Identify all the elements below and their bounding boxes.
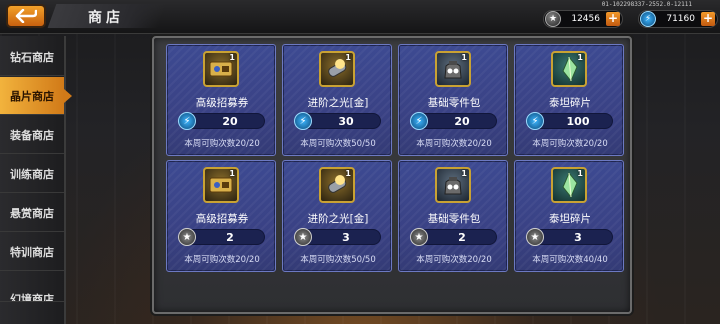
price-bar: ★ 3 (294, 228, 381, 246)
item-quantity: 1 (345, 169, 351, 178)
purchase-limit: 本周可购次数20/20 (184, 139, 260, 149)
item-price: 20 (454, 115, 470, 128)
item-thumbnail: 1 (203, 51, 239, 87)
shop-panel: 1 高级招募券 ⚡ 20 本周可购次数20/20 1 进阶之光[金] ⚡ 30 … (152, 36, 632, 314)
purchase-limit: 本周可购次数20/20 (184, 255, 260, 265)
sidebar-item-label: 悬赏商店 (10, 206, 54, 220)
currency-medal-value: 12456 (571, 14, 600, 24)
item-quantity: 1 (229, 53, 235, 62)
item-thumbnail: 1 (435, 167, 471, 203)
item-name: 基础零件包 (427, 213, 481, 225)
ticket-icon (209, 61, 233, 77)
sidebar-item-label: 训练商店 (10, 167, 54, 181)
purchase-limit: 本周可购次数50/50 (300, 255, 376, 265)
currency-medal: ★ 12456 + (543, 10, 623, 28)
shop-item-card[interactable]: 1 进阶之光[金] ⚡ 30 本周可购次数50/50 (282, 44, 392, 156)
back-arrow-icon (15, 9, 37, 23)
item-quantity: 1 (345, 53, 351, 62)
ticket-icon (209, 177, 233, 193)
item-price: 2 (226, 231, 234, 244)
medal-icon: ★ (526, 228, 544, 246)
item-thumbnail: 1 (551, 167, 587, 203)
build-info: 01-102298337-2552.0-12111 (601, 1, 692, 8)
shop-item-card[interactable]: 1 高级招募券 ⚡ 20 本周可购次数20/20 (166, 44, 276, 156)
item-name: 基础零件包 (427, 97, 481, 109)
price-bar: ★ 2 (178, 228, 265, 246)
page-title: 商店 (88, 10, 124, 26)
energy-icon: ⚡ (410, 112, 428, 130)
item-thumbnail: 1 (435, 51, 471, 87)
sidebar-item-special-training-shop[interactable]: 特训商店 (0, 233, 64, 271)
medal-icon: ★ (178, 228, 196, 246)
medal-icon: ★ (294, 228, 312, 246)
energy-icon: ⚡ (294, 112, 312, 130)
price-bar: ⚡ 20 (410, 112, 497, 130)
item-name: 泰坦碎片 (549, 213, 591, 225)
item-name: 进阶之光[金] (307, 97, 369, 109)
sidebar-item-label: 幻境商店 (10, 293, 54, 302)
shop-item-card[interactable]: 1 泰坦碎片 ⚡ 100 本周可购次数20/20 (514, 44, 624, 156)
sidebar-item-diamond-shop[interactable]: 钻石商店 (0, 38, 64, 76)
back-button[interactable] (6, 4, 46, 28)
item-quantity: 1 (577, 169, 583, 178)
item-quantity: 1 (577, 53, 583, 62)
item-price: 20 (222, 115, 238, 128)
item-thumbnail: 1 (319, 167, 355, 203)
purchase-limit: 本周可购次数20/20 (416, 255, 492, 265)
purchase-limit: 本周可购次数20/20 (532, 139, 608, 149)
item-thumbnail: 1 (203, 167, 239, 203)
price-bar: ★ 2 (410, 228, 497, 246)
sidebar-item-label: 特训商店 (10, 245, 54, 259)
sidebar-item-label: 钻石商店 (10, 50, 54, 64)
energy-icon: ⚡ (178, 112, 196, 130)
medal-icon: ★ (410, 228, 428, 246)
top-bar: 商店 01-102298337-2552.0-12111 ★ 12456 + ⚡… (0, 0, 720, 34)
sidebar-item-label: 晶片商店 (10, 89, 54, 103)
shop-item-card[interactable]: 1 基础零件包 ★ 2 本周可购次数20/20 (398, 160, 508, 272)
item-price: 30 (338, 115, 354, 128)
item-quantity: 1 (461, 169, 467, 178)
currency-energy: ⚡ 71160 + (638, 10, 718, 28)
shop-item-card[interactable]: 1 高级招募券 ★ 2 本周可购次数20/20 (166, 160, 276, 272)
add-energy-button[interactable]: + (701, 12, 715, 26)
shop-item-card[interactable]: 1 泰坦碎片 ★ 3 本周可购次数40/40 (514, 160, 624, 272)
sidebar-item-bounty-shop[interactable]: 悬赏商店 (0, 194, 64, 232)
item-name: 高级招募券 (195, 213, 249, 225)
item-quantity: 1 (461, 53, 467, 62)
sidebar-item-illusion-shop[interactable]: 幻境商店 (0, 272, 64, 302)
add-medal-button[interactable]: + (606, 12, 620, 26)
sidebar-item-chip-shop[interactable]: 晶片商店 (0, 77, 72, 115)
item-price: 3 (342, 231, 350, 244)
shop-item-card[interactable]: 1 进阶之光[金] ★ 3 本周可购次数50/50 (282, 160, 392, 272)
item-name: 高级招募券 (195, 97, 249, 109)
shop-sidebar: 钻石商店 晶片商店 装备商店 训练商店 悬赏商店 特训商店 幻境商店 (0, 36, 72, 324)
sidebar-item-equipment-shop[interactable]: 装备商店 (0, 116, 64, 154)
currency-energy-value: 71160 (666, 14, 695, 24)
medal-icon: ★ (545, 11, 561, 27)
item-price: 3 (574, 231, 582, 244)
item-price: 100 (566, 115, 590, 128)
sidebar-item-training-shop[interactable]: 训练商店 (0, 155, 64, 193)
purchase-limit: 本周可购次数20/20 (416, 139, 492, 149)
energy-icon: ⚡ (526, 112, 544, 130)
price-bar: ★ 3 (526, 228, 613, 246)
price-bar: ⚡ 20 (178, 112, 265, 130)
shop-item-card[interactable]: 1 基础零件包 ⚡ 20 本周可购次数20/20 (398, 44, 508, 156)
item-thumbnail: 1 (319, 51, 355, 87)
item-name: 泰坦碎片 (549, 97, 591, 109)
energy-icon: ⚡ (640, 11, 656, 27)
price-bar: ⚡ 100 (526, 112, 613, 130)
purchase-limit: 本周可购次数40/40 (532, 255, 608, 265)
purchase-limit: 本周可购次数50/50 (300, 139, 376, 149)
item-thumbnail: 1 (551, 51, 587, 87)
sidebar-item-label: 装备商店 (10, 128, 54, 142)
item-quantity: 1 (229, 169, 235, 178)
item-name: 进阶之光[金] (307, 213, 369, 225)
item-price: 2 (458, 231, 466, 244)
price-bar: ⚡ 30 (294, 112, 381, 130)
